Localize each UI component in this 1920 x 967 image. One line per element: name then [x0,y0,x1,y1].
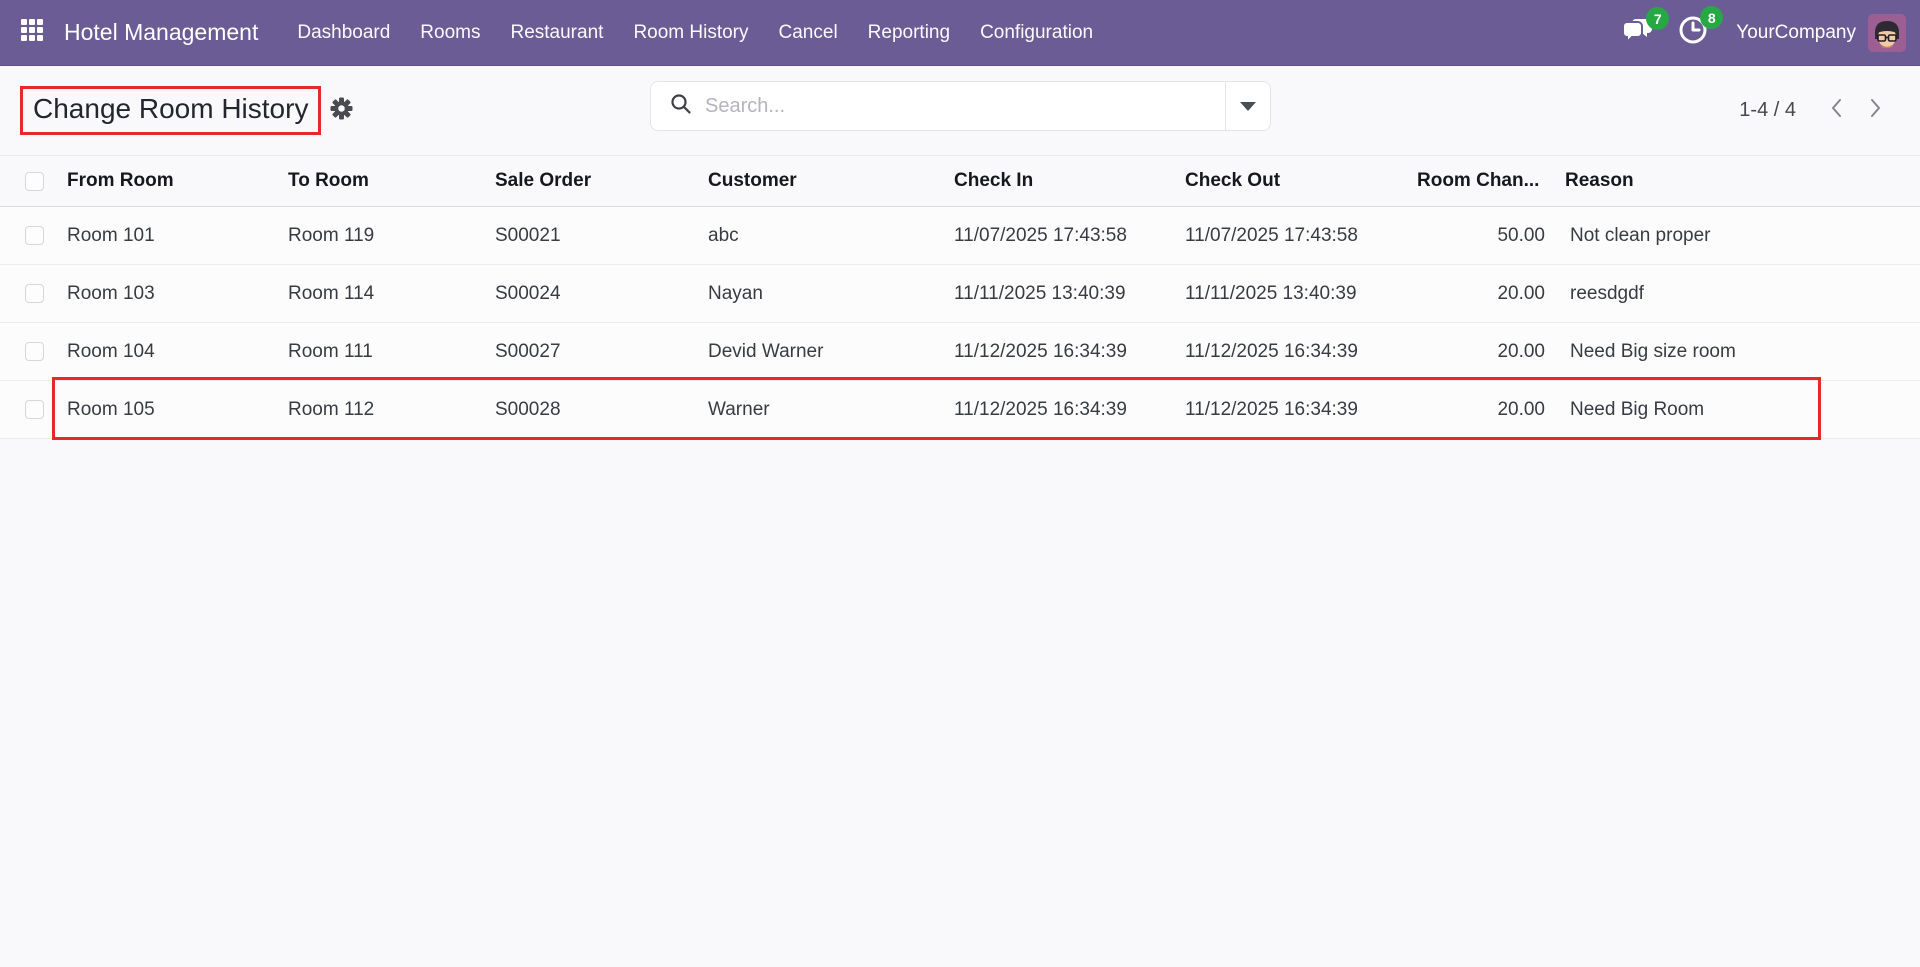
caret-down-icon [1240,102,1256,111]
table-row[interactable]: Room 103Room 114S00024Nayan11/11/2025 13… [0,265,1920,323]
main-menu: DashboardRoomsRestaurantRoom HistoryCanc… [282,0,1108,65]
column-header-check_out[interactable]: Check Out [1173,156,1405,207]
top-navbar: Hotel Management DashboardRoomsRestauran… [0,0,1920,66]
column-header-to_room[interactable]: To Room [276,156,483,207]
chevron-left-icon [1826,97,1848,124]
cell-check_in[interactable]: 11/07/2025 17:43:58 [942,207,1173,265]
nav-item-dashboard[interactable]: Dashboard [282,0,405,65]
column-header-room_charge[interactable]: Room Chan... [1405,156,1553,207]
cell-reason[interactable]: reesdgdf [1553,265,1920,323]
cell-check_out[interactable]: 11/12/2025 16:34:39 [1173,323,1405,381]
nav-item-configuration[interactable]: Configuration [965,0,1108,65]
page-title: Change Room History [33,93,308,125]
cell-to_room[interactable]: Room 119 [276,207,483,265]
search-input[interactable] [705,95,1225,118]
apps-grid-icon [20,18,44,47]
cell-customer[interactable]: abc [696,207,942,265]
apps-menu-button[interactable] [0,0,64,66]
cell-to_room[interactable]: Room 112 [276,381,483,439]
cell-customer[interactable]: Warner [696,381,942,439]
cell-from_room[interactable]: Room 103 [55,265,276,323]
pager: 1-4 / 4 [1739,66,1894,155]
gear-icon [330,97,353,125]
cell-room_charge[interactable]: 50.00 [1405,207,1553,265]
control-panel: Change Room History [0,66,1920,155]
column-header-from_room[interactable]: From Room [55,156,276,207]
search-icon [670,93,692,120]
column-header-check_in[interactable]: Check In [942,156,1173,207]
row-checkbox[interactable] [25,342,44,361]
pager-previous-button[interactable] [1818,91,1856,130]
cell-check_out[interactable]: 11/12/2025 16:34:39 [1173,381,1405,439]
action-menu-button[interactable] [330,97,353,125]
cell-customer[interactable]: Devid Warner [696,323,942,381]
pager-next-button[interactable] [1856,91,1894,130]
cell-reason[interactable]: Need Big size room [1553,323,1920,381]
nav-item-rooms[interactable]: Rooms [405,0,495,65]
systray: 7 8 YourCompany [1610,7,1920,58]
nav-item-room-history[interactable]: Room History [618,0,763,65]
table-header-row: From RoomTo RoomSale OrderCustomerCheck … [0,156,1920,207]
title-highlight-box: Change Room History [20,86,321,135]
cell-room_charge[interactable]: 20.00 [1405,381,1553,439]
table-row[interactable]: Room 101Room 119S00021abc11/07/2025 17:4… [0,207,1920,265]
cell-to_room[interactable]: Room 114 [276,265,483,323]
app-title[interactable]: Hotel Management [64,19,258,46]
cell-sale_order[interactable]: S00024 [483,265,696,323]
cell-check_out[interactable]: 11/07/2025 17:43:58 [1173,207,1405,265]
room-history-list: From RoomTo RoomSale OrderCustomerCheck … [0,155,1920,439]
cell-reason[interactable]: Not clean proper [1553,207,1920,265]
cell-sale_order[interactable]: S00028 [483,381,696,439]
column-header-customer[interactable]: Customer [696,156,942,207]
select-all-checkbox[interactable] [25,172,44,191]
cell-from_room[interactable]: Room 104 [55,323,276,381]
cell-sale_order[interactable]: S00027 [483,323,696,381]
row-checkbox[interactable] [25,226,44,245]
cell-check_in[interactable]: 11/12/2025 16:34:39 [942,381,1173,439]
pager-range: 1-4 / 4 [1739,99,1796,122]
company-name[interactable]: YourCompany [1736,22,1856,44]
activities-badge: 8 [1700,6,1723,29]
cell-from_room[interactable]: Room 101 [55,207,276,265]
nav-item-cancel[interactable]: Cancel [764,0,853,65]
clock-icon [1678,32,1708,49]
column-header-reason[interactable]: Reason [1553,156,1920,207]
cell-check_in[interactable]: 11/12/2025 16:34:39 [942,323,1173,381]
select-all-header [0,156,55,207]
row-checkbox[interactable] [25,400,44,419]
messages-button[interactable]: 7 [1610,8,1666,57]
cell-check_out[interactable]: 11/11/2025 13:40:39 [1173,265,1405,323]
table-row[interactable]: Room 105Room 112S00028Warner11/12/2025 1… [0,381,1920,439]
activities-button[interactable]: 8 [1666,7,1720,58]
row-checkbox[interactable] [25,284,44,303]
cell-room_charge[interactable]: 20.00 [1405,323,1553,381]
chevron-right-icon [1864,97,1886,124]
cell-room_charge[interactable]: 20.00 [1405,265,1553,323]
cell-customer[interactable]: Nayan [696,265,942,323]
room-history-table-body: Room 101Room 119S00021abc11/07/2025 17:4… [0,207,1920,439]
user-avatar[interactable] [1868,14,1906,52]
chat-bubbles-icon [1622,31,1654,48]
cell-check_in[interactable]: 11/11/2025 13:40:39 [942,265,1173,323]
cell-from_room[interactable]: Room 105 [55,381,276,439]
cell-sale_order[interactable]: S00021 [483,207,696,265]
column-header-sale_order[interactable]: Sale Order [483,156,696,207]
room-history-table: From RoomTo RoomSale OrderCustomerCheck … [0,155,1920,439]
cell-to_room[interactable]: Room 111 [276,323,483,381]
cell-reason[interactable]: Need Big Room [1553,381,1920,439]
search-options-toggle[interactable] [1225,82,1270,130]
search-bar [650,81,1271,131]
table-row[interactable]: Room 104Room 111S00027Devid Warner11/12/… [0,323,1920,381]
nav-item-reporting[interactable]: Reporting [853,0,965,65]
nav-item-restaurant[interactable]: Restaurant [495,0,618,65]
